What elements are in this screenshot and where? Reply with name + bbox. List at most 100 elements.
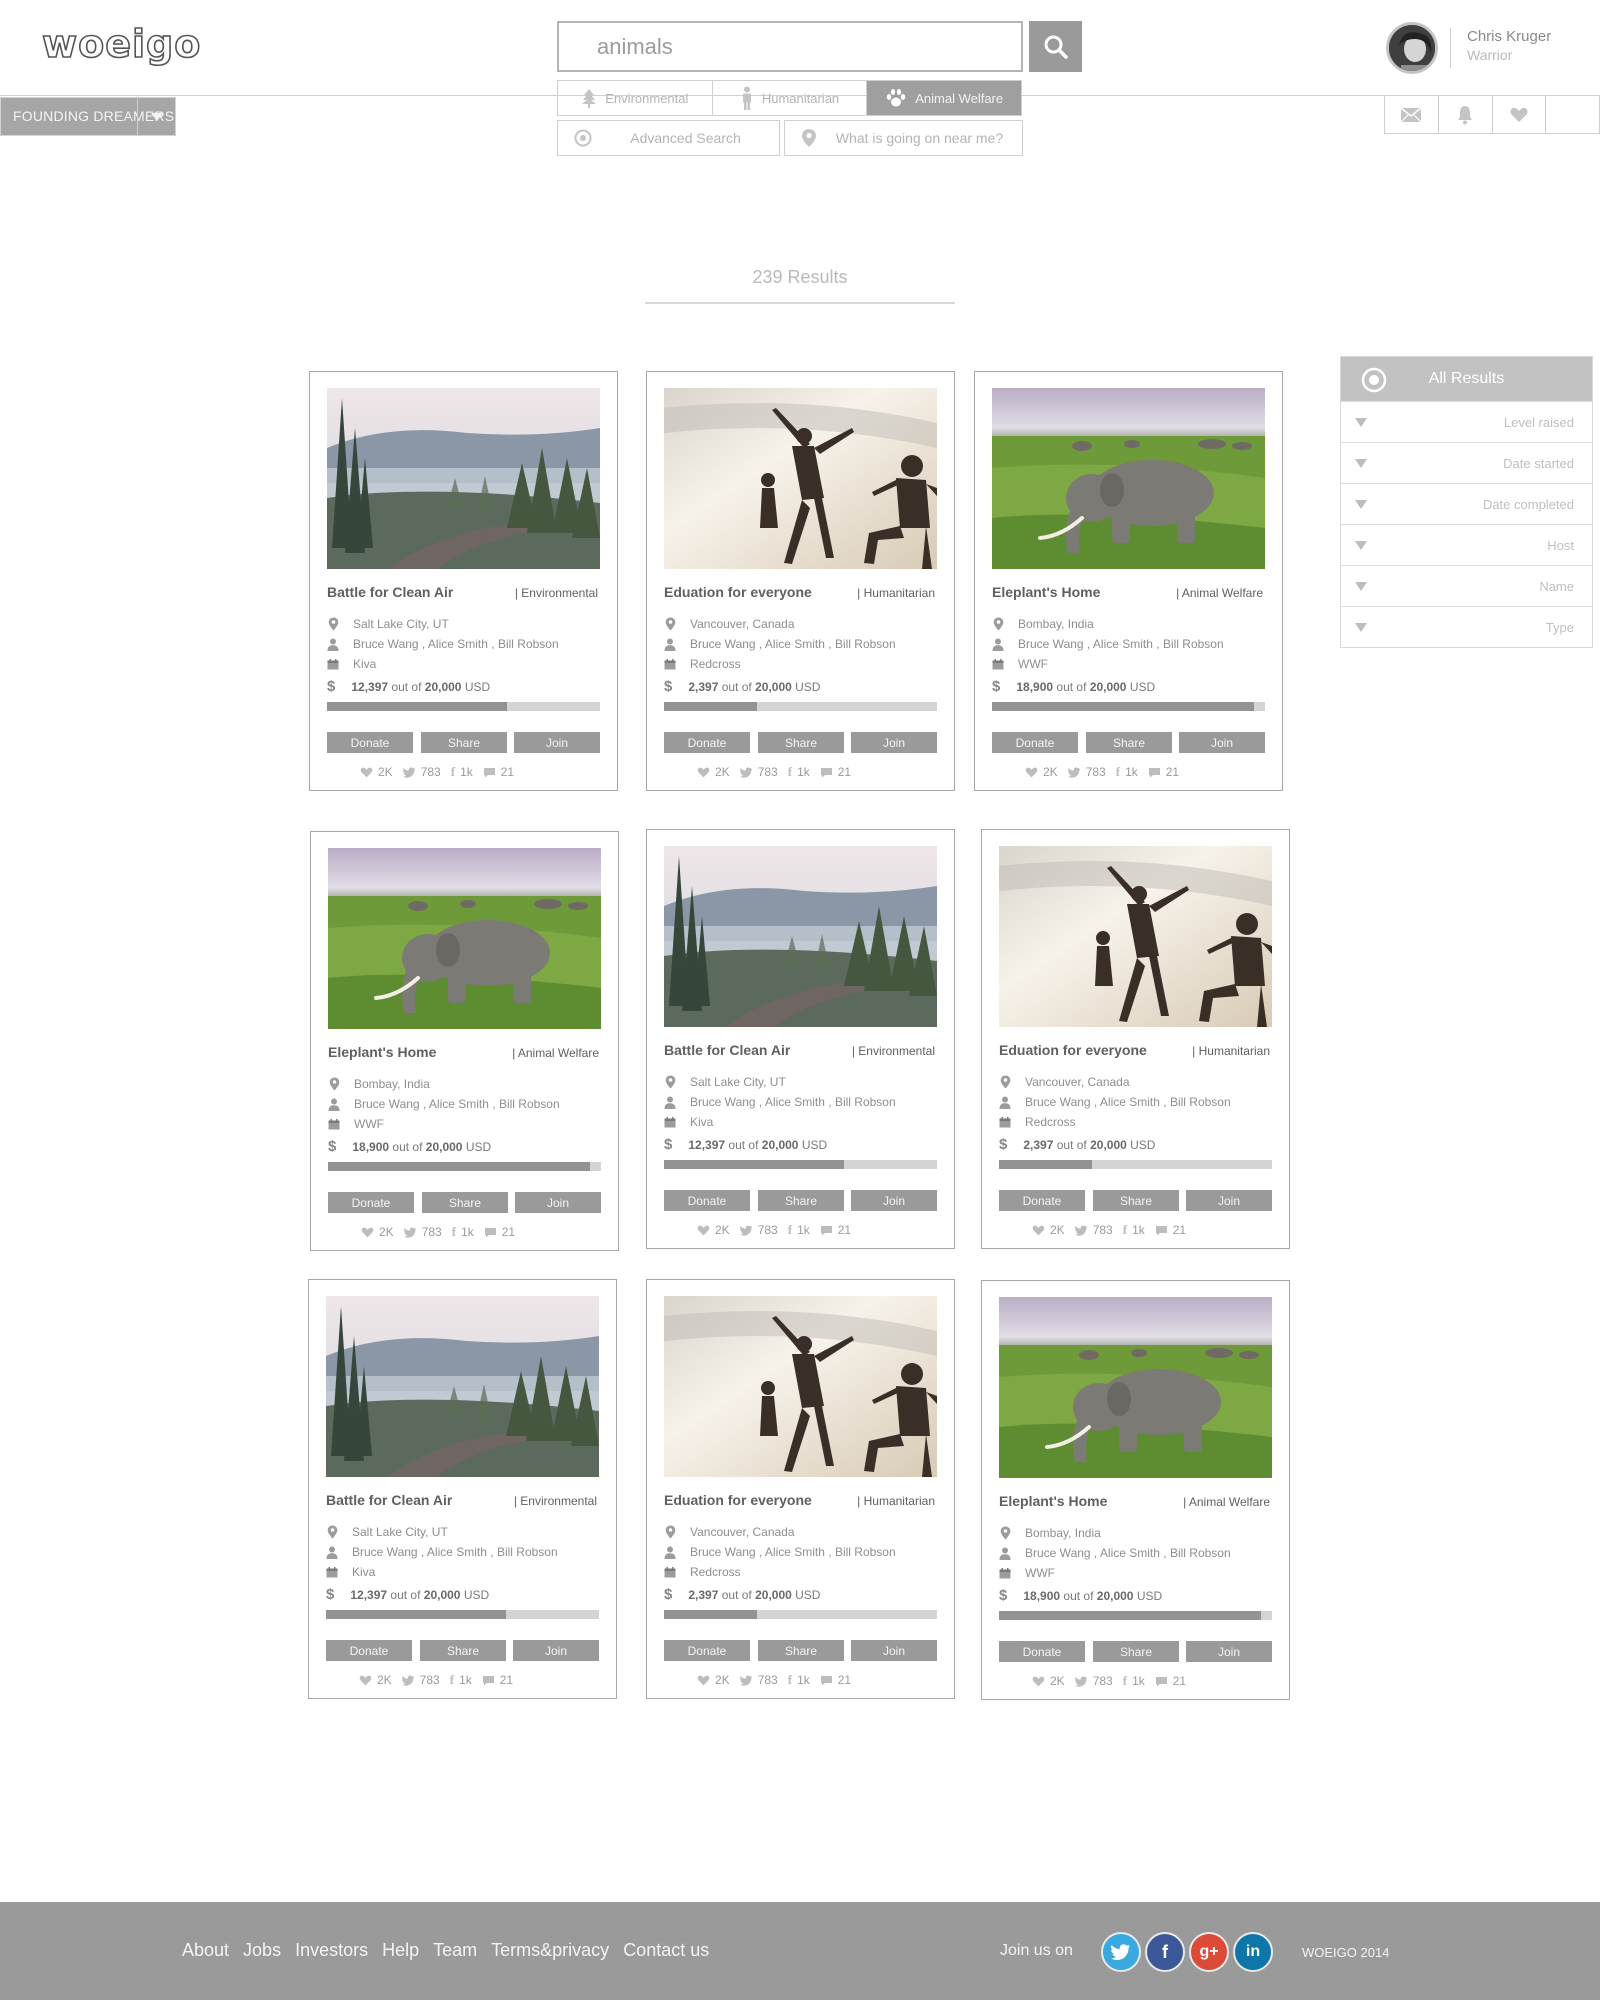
stat-comments[interactable]: 21: [483, 765, 514, 779]
stat-likes[interactable]: 2K: [1032, 1223, 1065, 1237]
stat-tweets[interactable]: 783: [739, 765, 778, 779]
project-title[interactable]: Battle for Clean Air: [326, 1492, 452, 1508]
project-card[interactable]: Battle for Clean Air | Environmental Sal…: [309, 371, 618, 791]
avatar[interactable]: [1386, 22, 1438, 74]
favorites-button[interactable]: [1493, 96, 1547, 133]
stat-likes[interactable]: 2K: [1025, 765, 1058, 779]
search-input[interactable]: [559, 23, 1021, 70]
join-button[interactable]: Join: [851, 1640, 937, 1661]
stat-facebook[interactable]: f 1k: [450, 1672, 472, 1688]
dropdown-toggle[interactable]: [137, 98, 175, 135]
twitter-icon[interactable]: [1101, 1932, 1141, 1972]
stat-facebook[interactable]: f 1k: [451, 764, 473, 780]
share-button[interactable]: Share: [1093, 1190, 1179, 1211]
donate-button[interactable]: Donate: [664, 732, 750, 753]
project-card[interactable]: Eduation for everyone | Humanitarian Van…: [646, 371, 955, 791]
stat-comments[interactable]: 21: [820, 1223, 851, 1237]
project-title[interactable]: Eduation for everyone: [664, 584, 812, 600]
donate-button[interactable]: Donate: [999, 1190, 1085, 1211]
project-title[interactable]: Battle for Clean Air: [664, 1042, 790, 1058]
near-me-button[interactable]: What is going on near me?: [784, 120, 1023, 156]
stat-tweets[interactable]: 783: [1074, 1223, 1113, 1237]
stat-comments[interactable]: 21: [484, 1225, 515, 1239]
stat-facebook[interactable]: f 1k: [1123, 1222, 1145, 1238]
search-button[interactable]: [1029, 21, 1082, 72]
footer-link-investors[interactable]: Investors: [295, 1940, 368, 1961]
stat-tweets[interactable]: 783: [403, 1225, 442, 1239]
project-image[interactable]: [999, 846, 1272, 1027]
stat-likes[interactable]: 2K: [697, 1673, 730, 1687]
donate-button[interactable]: Donate: [992, 732, 1078, 753]
donate-button[interactable]: Donate: [664, 1190, 750, 1211]
stat-comments[interactable]: 21: [1155, 1674, 1186, 1688]
filter-host[interactable]: Host: [1341, 524, 1592, 565]
share-button[interactable]: Share: [758, 1190, 844, 1211]
share-button[interactable]: Share: [1093, 1641, 1179, 1662]
stat-comments[interactable]: 21: [1155, 1223, 1186, 1237]
project-title[interactable]: Eleplant's Home: [328, 1044, 436, 1060]
join-button[interactable]: Join: [1186, 1641, 1272, 1662]
footer-link-contact[interactable]: Contact us: [623, 1940, 709, 1961]
share-button[interactable]: Share: [1086, 732, 1172, 753]
filter-type[interactable]: Type: [1341, 606, 1592, 647]
footer-link-team[interactable]: Team: [433, 1940, 477, 1961]
tab-environmental[interactable]: Environmental: [558, 81, 713, 115]
stat-likes[interactable]: 2K: [359, 1673, 392, 1687]
filter-date-completed[interactable]: Date completed: [1341, 483, 1592, 524]
search-box[interactable]: [557, 21, 1023, 72]
donate-button[interactable]: Donate: [664, 1640, 750, 1661]
share-button[interactable]: Share: [758, 732, 844, 753]
project-card[interactable]: Eduation for everyone | Humanitarian Van…: [646, 1279, 955, 1699]
donate-button[interactable]: Donate: [999, 1641, 1085, 1662]
stat-likes[interactable]: 2K: [697, 1223, 730, 1237]
footer-link-jobs[interactable]: Jobs: [243, 1940, 281, 1961]
stat-facebook[interactable]: f 1k: [452, 1224, 474, 1240]
stat-facebook[interactable]: f 1k: [788, 764, 810, 780]
stat-comments[interactable]: 21: [820, 1673, 851, 1687]
stat-facebook[interactable]: f 1k: [788, 1672, 810, 1688]
project-title[interactable]: Battle for Clean Air: [327, 584, 453, 600]
join-button[interactable]: Join: [514, 732, 600, 753]
project-image[interactable]: [664, 846, 937, 1027]
project-card[interactable]: Eduation for everyone | Humanitarian Van…: [981, 829, 1290, 1249]
filter-name[interactable]: Name: [1341, 565, 1592, 606]
stat-tweets[interactable]: 783: [1067, 765, 1106, 779]
donate-button[interactable]: Donate: [327, 732, 413, 753]
project-image[interactable]: [664, 388, 937, 569]
project-card[interactable]: Battle for Clean Air | Environmental Sal…: [308, 1279, 617, 1699]
project-title[interactable]: Eleplant's Home: [999, 1493, 1107, 1509]
footer-link-help[interactable]: Help: [382, 1940, 419, 1961]
join-button[interactable]: Join: [1179, 732, 1265, 753]
stat-comments[interactable]: 21: [820, 765, 851, 779]
project-card[interactable]: Eleplant's Home | Animal Welfare Bombay,…: [310, 831, 619, 1251]
advanced-search-button[interactable]: Advanced Search: [557, 120, 780, 156]
project-card[interactable]: Battle for Clean Air | Environmental Sal…: [646, 829, 955, 1249]
project-card[interactable]: Eleplant's Home | Animal Welfare Bombay,…: [981, 1280, 1290, 1700]
join-button[interactable]: Join: [515, 1192, 601, 1213]
footer-link-terms[interactable]: Terms&privacy: [491, 1940, 609, 1961]
project-title[interactable]: Eduation for everyone: [999, 1042, 1147, 1058]
join-button[interactable]: Join: [513, 1640, 599, 1661]
project-image[interactable]: [326, 1296, 599, 1477]
tab-humanitarian[interactable]: Humanitarian: [713, 81, 868, 115]
notifications-button[interactable]: [1439, 96, 1493, 133]
project-image[interactable]: [999, 1297, 1272, 1478]
share-button[interactable]: Share: [758, 1640, 844, 1661]
filter-all-results[interactable]: All Results: [1341, 357, 1592, 401]
logo[interactable]: woeigo: [41, 21, 201, 67]
project-image[interactable]: [328, 848, 601, 1029]
stat-likes[interactable]: 2K: [360, 765, 393, 779]
project-card[interactable]: Eleplant's Home | Animal Welfare Bombay,…: [974, 371, 1283, 791]
project-title[interactable]: Eleplant's Home: [992, 584, 1100, 600]
icon-bar-empty-slot[interactable]: [1546, 96, 1599, 133]
stat-tweets[interactable]: 783: [739, 1223, 778, 1237]
messages-button[interactable]: [1385, 96, 1439, 133]
share-button[interactable]: Share: [420, 1640, 506, 1661]
project-image[interactable]: [327, 388, 600, 569]
donate-button[interactable]: Donate: [328, 1192, 414, 1213]
project-image[interactable]: [664, 1296, 937, 1477]
stat-facebook[interactable]: f 1k: [1123, 1673, 1145, 1689]
filter-date-started[interactable]: Date started: [1341, 442, 1592, 483]
facebook-icon[interactable]: f: [1145, 1932, 1185, 1972]
footer-link-about[interactable]: About: [182, 1940, 229, 1961]
